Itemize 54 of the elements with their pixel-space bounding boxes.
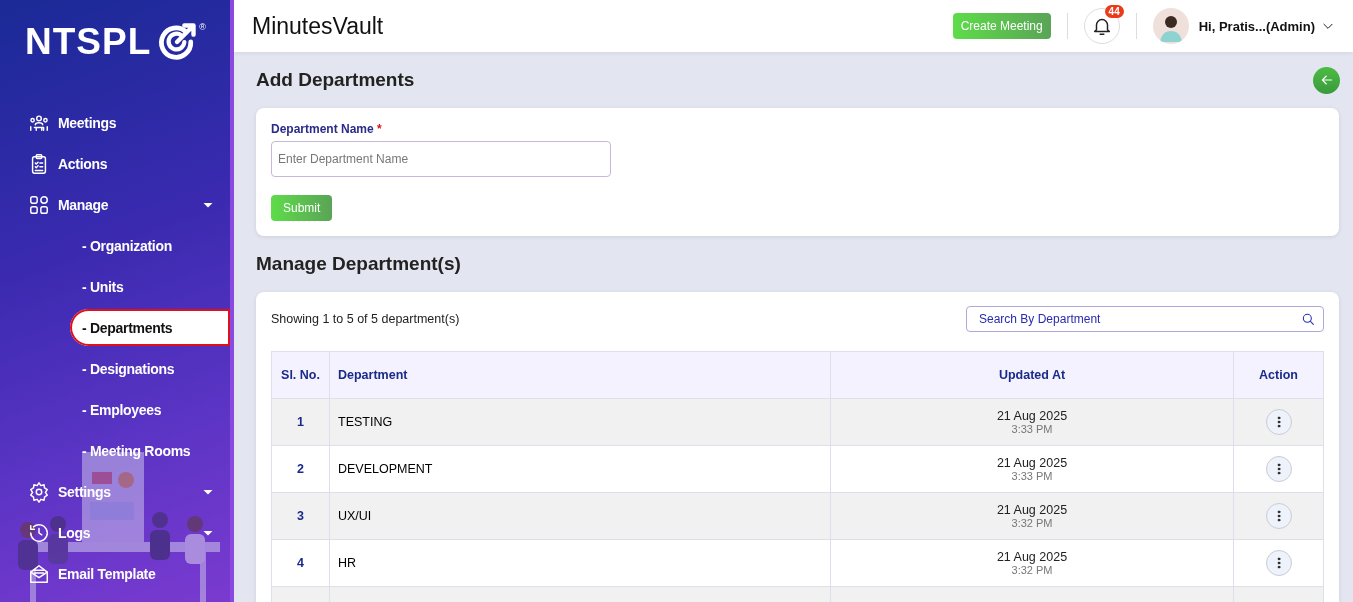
section-title: Manage Department(s) [256,253,461,275]
more-button[interactable] [1265,503,1292,529]
search-field[interactable]: Search By Department [966,306,1324,332]
menu-item[interactable]: Manage [0,184,230,225]
grid-icon [28,193,50,216]
date-text: 21 Aug 2025 [995,456,1069,470]
clock-icon [28,521,50,544]
column-header: Sl. No. [271,351,330,399]
time-text: 3:33 PM [1010,470,1054,482]
department-name-field[interactable]: Enter Department Name [271,141,611,177]
notification-badge: 44 [1104,5,1124,18]
more-button[interactable] [1265,550,1292,576]
date-text: 21 Aug 2025 [995,409,1069,423]
more-button[interactable] [1265,456,1292,482]
field-label: Department Name * [271,122,382,136]
submenu-item[interactable]: - Departments [70,309,230,346]
menu-item[interactable]: Logs [0,512,230,553]
date-text: 21 Aug 2025 [995,550,1069,564]
column-header: Department [329,351,831,399]
table-cell: TESTING [329,398,831,446]
user-menu[interactable]: Hi, Pratis...(Admin) [1198,18,1335,34]
time-text: 3:32 PM [1010,517,1054,529]
registered-mark: ® [199,22,206,32]
submenu-item[interactable]: - Meeting Rooms [0,430,230,471]
logo-text: NTSPL [25,20,152,64]
gear-icon [28,480,50,503]
time-text: 3:33 PM [1010,423,1054,435]
back-button[interactable] [1313,66,1340,94]
date-text: 21 Aug 2025 [995,503,1069,517]
menu-item[interactable]: Email Template [0,553,230,594]
section-title: Add Departments [256,69,415,91]
menu-item[interactable]: Meetings [0,102,230,143]
submenu-item[interactable]: - Organization [0,225,230,266]
submenu-item[interactable]: - Designations [0,348,230,389]
table-cell: DEVELOPMENT [329,445,831,493]
submenu-item[interactable]: - Employees [0,389,230,430]
column-header: Updated At [830,351,1234,399]
table-cell: HR [329,539,831,587]
notification-button[interactable] [1083,8,1120,44]
column-header: Action [1233,351,1324,399]
table-cell: 3 [271,492,330,540]
table-cell: 4 [271,539,330,587]
results-summary: Showing 1 to 5 of 5 department(s) [271,312,460,326]
search-icon [1300,311,1316,327]
submenu-item[interactable]: - Units [0,266,230,307]
more-button[interactable] [1265,409,1292,435]
time-text: 3:32 PM [1010,564,1054,576]
table-cell: 2 [271,445,330,493]
table-cell: 1 [271,398,330,446]
app-title: MinutesVault [252,12,384,40]
menu-item[interactable]: Actions [0,143,230,184]
envelope-icon [28,562,50,585]
avatar [1152,8,1189,44]
table-cell: UX/UI [329,492,831,540]
